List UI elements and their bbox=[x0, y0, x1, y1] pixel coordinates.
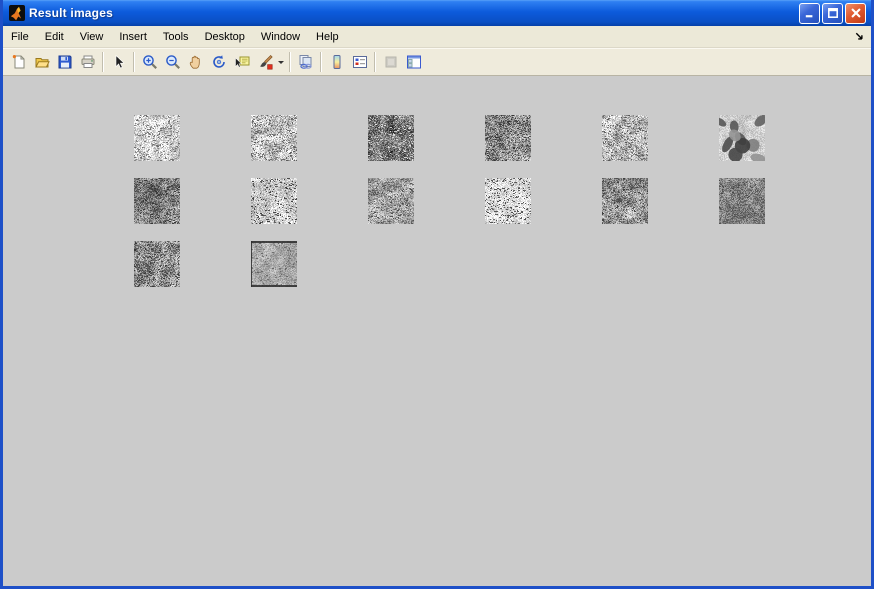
window-title: Result images bbox=[29, 6, 113, 20]
result-image-12 bbox=[719, 178, 765, 224]
data-cursor-button[interactable] bbox=[230, 51, 253, 73]
toolbar-separator bbox=[102, 52, 104, 72]
result-image-2 bbox=[251, 115, 297, 161]
titlebar: Result images bbox=[3, 0, 871, 26]
menu-item-window[interactable]: Window bbox=[253, 29, 308, 45]
show-plot-tools-button[interactable] bbox=[402, 51, 425, 73]
toolbar-separator bbox=[320, 52, 322, 72]
figure-canvas bbox=[3, 76, 871, 586]
toolbar-separator bbox=[289, 52, 291, 72]
brush-dropdown-button[interactable] bbox=[276, 51, 286, 73]
result-image-1 bbox=[134, 115, 180, 161]
menu-item-help[interactable]: Help bbox=[308, 29, 347, 45]
menu-item-desktop[interactable]: Desktop bbox=[197, 29, 253, 45]
open-file-button[interactable] bbox=[30, 51, 53, 73]
result-image-4 bbox=[485, 115, 531, 161]
dock-figure-button[interactable] bbox=[852, 28, 871, 45]
figure-window: Result images File Edit View Insert Tool… bbox=[0, 0, 874, 589]
new-figure-icon bbox=[12, 55, 24, 69]
print-figure-button[interactable] bbox=[76, 51, 99, 73]
window-controls bbox=[799, 2, 866, 24]
result-image-5 bbox=[602, 115, 648, 161]
toolbar-separator bbox=[374, 52, 376, 72]
insert-legend-button[interactable] bbox=[348, 51, 371, 73]
rotate-3d-button[interactable] bbox=[207, 51, 230, 73]
link-plots-icon bbox=[299, 55, 312, 69]
pan-button[interactable] bbox=[184, 51, 207, 73]
result-image-3 bbox=[368, 115, 414, 161]
result-image-14 bbox=[251, 241, 297, 287]
edit-plot-icon bbox=[115, 54, 125, 69]
menu-item-file[interactable]: File bbox=[3, 29, 37, 45]
hide-plot-tools-button bbox=[379, 51, 402, 73]
menu-item-tools[interactable]: Tools bbox=[155, 29, 197, 45]
result-image-10 bbox=[485, 178, 531, 224]
close-icon bbox=[851, 8, 860, 18]
result-image-7 bbox=[134, 178, 180, 224]
toolbar bbox=[3, 48, 871, 76]
insert-colorbar-button[interactable] bbox=[325, 51, 348, 73]
show-plot-tools-icon bbox=[406, 55, 421, 69]
result-image-11 bbox=[602, 178, 648, 224]
edit-plot-button[interactable] bbox=[107, 51, 130, 73]
save-figure-icon bbox=[58, 55, 71, 69]
print-figure-icon bbox=[81, 55, 94, 68]
insert-legend-icon bbox=[352, 56, 367, 68]
brush-dropdown-icon bbox=[278, 61, 284, 64]
menubar: File Edit View Insert Tools Desktop Wind… bbox=[3, 26, 871, 48]
save-figure-button[interactable] bbox=[53, 51, 76, 73]
hide-plot-tools-icon bbox=[385, 56, 396, 68]
brush-icon bbox=[259, 54, 273, 70]
toolbar-separator bbox=[133, 52, 135, 72]
zoom-in-icon bbox=[142, 55, 157, 69]
maximize-icon bbox=[827, 8, 838, 18]
close-button[interactable] bbox=[845, 2, 866, 24]
rotate-3d-icon bbox=[212, 55, 225, 68]
zoom-out-icon bbox=[165, 55, 180, 69]
minimize-button[interactable] bbox=[799, 2, 820, 24]
maximize-button[interactable] bbox=[822, 2, 843, 24]
minimize-icon bbox=[805, 15, 812, 18]
menu-item-insert[interactable]: Insert bbox=[111, 29, 155, 45]
menu-item-edit[interactable]: Edit bbox=[37, 29, 72, 45]
new-figure-button[interactable] bbox=[7, 51, 30, 73]
dock-figure-arrow-icon bbox=[855, 32, 863, 40]
data-cursor-icon bbox=[234, 56, 249, 68]
open-file-icon bbox=[34, 58, 50, 68]
result-image-9 bbox=[368, 178, 414, 224]
link-plots-button[interactable] bbox=[294, 51, 317, 73]
result-image-8 bbox=[251, 178, 297, 224]
result-image-13 bbox=[134, 241, 180, 287]
insert-colorbar-icon bbox=[333, 55, 340, 69]
result-image-6 bbox=[719, 115, 765, 161]
matlab-icon bbox=[9, 5, 25, 21]
zoom-in-button[interactable] bbox=[138, 51, 161, 73]
brush-button[interactable] bbox=[253, 51, 276, 73]
menu-item-view[interactable]: View bbox=[72, 29, 112, 45]
zoom-out-button[interactable] bbox=[161, 51, 184, 73]
pan-icon bbox=[189, 55, 200, 69]
